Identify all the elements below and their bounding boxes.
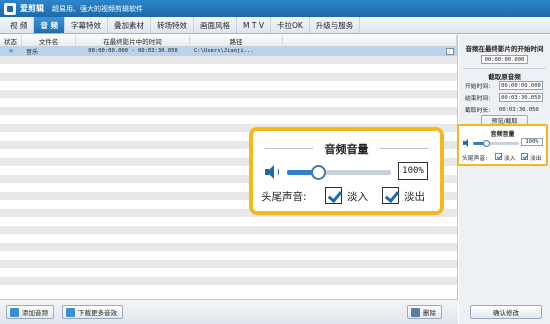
empty-list-row xyxy=(0,242,457,251)
fade-in-checkbox[interactable] xyxy=(325,187,342,204)
fade-out-label-small: 淡出 xyxy=(530,156,542,162)
volume-zoom-callout: 音频音量 100% 头尾声音: 淡入 淡出 xyxy=(249,127,444,215)
empty-list-row xyxy=(0,251,457,260)
delete-button[interactable]: 删除 xyxy=(407,305,442,319)
download-more-button[interactable]: 下载更多音效 xyxy=(62,305,123,319)
tab-video[interactable]: 视 频 xyxy=(4,17,35,33)
volume-value-small[interactable]: 100% xyxy=(521,138,543,146)
column-filler xyxy=(283,35,457,46)
callout-volume-title: 音频音量 xyxy=(324,143,369,156)
volume-slider[interactable] xyxy=(287,170,391,175)
speaker-icon xyxy=(463,139,473,147)
tab-upgrade-service[interactable]: 升级与服务 xyxy=(310,17,361,33)
trim-duration-value: 00:03:30.050 xyxy=(499,106,539,113)
empty-list-row xyxy=(0,285,457,294)
fade-out-label: 淡出 xyxy=(404,191,425,203)
bottom-toolbar: 添加音频 下载更多音效 删除 xyxy=(0,299,458,324)
tab-karaoke[interactable]: 卡拉OK xyxy=(271,17,310,33)
empty-list-row xyxy=(0,276,457,285)
column-filename[interactable]: 文件名 xyxy=(22,35,76,46)
title-bar: 爱剪辑 超易用、强大的视频剪辑软件 xyxy=(0,0,550,17)
add-audio-button[interactable]: 添加音频 xyxy=(6,305,54,319)
volume-section: 音频音量 100% 头尾声音: 淡入 淡出 xyxy=(457,124,548,166)
add-music-icon xyxy=(10,307,19,317)
empty-list-row xyxy=(0,81,457,90)
trim-start-label: 开始时间: xyxy=(465,84,491,90)
volume-knob[interactable] xyxy=(310,165,326,180)
fade-label-small: 头尾声音: xyxy=(462,156,488,162)
fade-in-label-small: 淡入 xyxy=(504,156,516,162)
volume-value-input[interactable]: 100% xyxy=(398,162,428,180)
fade-label: 头尾声音: xyxy=(261,191,307,203)
trim-duration-label: 截取时长: xyxy=(465,108,491,114)
empty-list-row xyxy=(0,106,457,115)
app-name: 爱剪辑 xyxy=(20,4,44,13)
right-panel: 音频在最终影片的开始时间 00:00:00.000 截取原音频 开始时间: 00… xyxy=(459,35,550,324)
empty-list-row xyxy=(0,72,457,81)
download-icon xyxy=(66,307,75,317)
tab-audio[interactable]: 音 频 xyxy=(34,17,66,33)
fade-in-checkbox-small[interactable] xyxy=(495,153,502,160)
audio-filename: 音乐 xyxy=(26,48,39,56)
audio-list-header: 状态 文件名 在最终影片中的时间 路径 xyxy=(0,35,457,47)
tab-mtv[interactable]: M T V xyxy=(237,17,271,33)
main-tab-bar: 视 频 音 频 字幕特效 叠加素材 转场特效 画面风格 M T V 卡拉OK 升… xyxy=(0,17,550,34)
fade-out-checkbox-small[interactable] xyxy=(521,153,528,160)
empty-list-row xyxy=(0,55,457,64)
trim-end-input[interactable]: 00:03:30.050 xyxy=(499,93,543,102)
empty-list-row xyxy=(0,234,457,243)
empty-list-row xyxy=(0,98,457,107)
trash-icon xyxy=(411,307,420,317)
audio-time-range: 00:00:00.000 - 00:03:30.050 xyxy=(88,48,178,55)
empty-list-row xyxy=(0,217,457,226)
app-logo-icon xyxy=(4,2,16,15)
volume-slider-small[interactable] xyxy=(473,142,519,145)
trim-start-input[interactable]: 00:00:00.000 xyxy=(499,81,543,90)
tab-subtitle-effects[interactable]: 字幕特效 xyxy=(65,17,109,33)
empty-list-row xyxy=(0,259,457,268)
volume-title: 音频音量 xyxy=(490,131,515,138)
column-time[interactable]: 在最终影片中的时间 xyxy=(76,35,190,46)
speaker-icon xyxy=(265,165,281,179)
trim-end-label: 结束时间: xyxy=(465,96,491,102)
confirm-modify-button[interactable]: 确认修改 xyxy=(470,305,542,319)
column-status[interactable]: 状态 xyxy=(0,35,22,46)
tab-transitions[interactable]: 转场特效 xyxy=(151,17,195,33)
empty-list-row xyxy=(0,225,457,234)
empty-list-row xyxy=(0,115,457,124)
tab-overlay[interactable]: 叠加素材 xyxy=(108,17,152,33)
start-time-title: 音频在最终影片的开始时间 xyxy=(465,45,544,53)
status-icon: ✳ xyxy=(8,47,14,55)
column-path[interactable]: 路径 xyxy=(190,35,283,46)
volume-knob-small[interactable] xyxy=(483,140,491,147)
row-more-icon[interactable]: ⋮ xyxy=(446,47,454,55)
trim-title: 截取原音频 xyxy=(488,73,521,81)
empty-list-row xyxy=(0,268,457,277)
empty-list-row xyxy=(0,89,457,98)
audio-path: C:\Users\Jiaoji... xyxy=(194,48,254,55)
audio-row[interactable]: ✳ 音乐 00:00:00.000 - 00:03:30.050 C:\User… xyxy=(0,47,457,56)
tab-picture-style[interactable]: 画面风格 xyxy=(194,17,238,33)
fade-in-label: 淡入 xyxy=(347,191,368,203)
fade-out-checkbox[interactable] xyxy=(382,187,399,204)
start-time-input[interactable]: 00:00:00.000 xyxy=(481,55,528,64)
empty-list-row xyxy=(0,64,457,73)
app-slogan: 超易用、强大的视频剪辑软件 xyxy=(52,4,143,13)
